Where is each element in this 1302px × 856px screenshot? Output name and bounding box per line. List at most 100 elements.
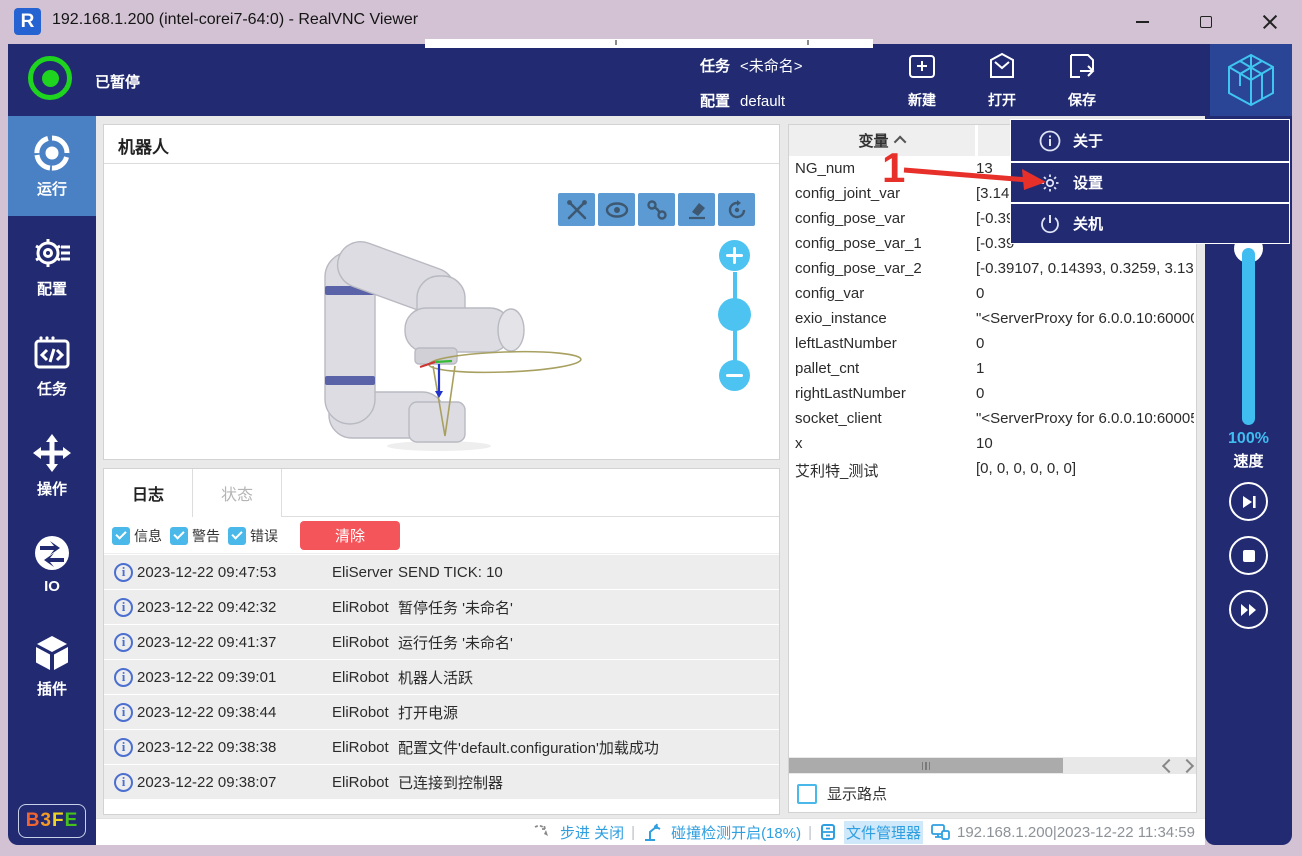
log-time: 2023-12-22 09:42:32 [137,599,276,616]
eraser-button[interactable] [678,193,715,226]
filter-warning-label: 警告 [192,526,220,546]
info-icon [114,773,133,792]
variable-name: pallet_cnt [795,360,859,377]
log-row[interactable]: 2023-12-22 09:41:37EliRobot运行任务 '未命名' [104,625,779,659]
minimize-button[interactable] [1110,0,1174,44]
stop-icon [1242,549,1256,563]
variable-name: leftLastNumber [795,335,897,352]
b3fe-logo: B3FE [18,804,86,838]
sidebar-item-run[interactable]: 运行 [8,116,96,216]
log-row[interactable]: 2023-12-22 09:42:32EliRobot暂停任务 '未命名' [104,590,779,624]
visibility-button[interactable] [598,193,635,226]
log-message: 打开电源 [398,702,458,723]
open-task-button[interactable]: 打开 [968,50,1036,110]
variable-row[interactable]: config_pose_var_2[-0.39107, 0.14393, 0.3… [789,257,1196,282]
variable-row[interactable]: config_var 0 [789,282,1196,307]
log-message: 运行任务 '未命名' [398,632,513,653]
variable-row[interactable]: 艾利特_测试[0, 0, 0, 0, 0, 0] [789,457,1196,482]
variable-name: config_var [795,285,864,302]
sidebar-item-operate-label: 操作 [8,478,96,499]
info-icon [114,668,133,687]
scroll-left-icon[interactable] [1162,758,1176,772]
variable-name: rightLastNumber [795,385,906,402]
variable-value: 0 [976,385,1194,402]
save-task-label: 保存 [1068,90,1096,110]
vnc-toolbar-strip[interactable] [425,39,873,48]
sidebar-item-operate[interactable]: 操作 [8,416,96,516]
menu-item-settings[interactable]: 设置 [1011,161,1289,202]
show-waypoints-checkbox[interactable] [797,784,817,804]
variable-row[interactable]: pallet_cnt1 [789,357,1196,382]
reset-view-button[interactable] [718,193,755,226]
zoom-in-button[interactable] [719,240,750,271]
step-mode-icon [533,823,553,841]
tools-button[interactable] [558,193,595,226]
menu-item-about-label: 关于 [1073,130,1103,151]
log-panel: 日志 状态 信息 警告 错误 清除 2023-12-22 09:47:53Eli… [103,468,780,815]
sidebar-item-plugin[interactable]: 插件 [8,616,96,716]
strip-tick [807,40,809,45]
step-mode-status[interactable]: 步进 关闭 [560,822,624,843]
log-time: 2023-12-22 09:38:44 [137,704,276,721]
variable-row[interactable]: exio_instance"<ServerProxy for 6.0.0.10:… [789,307,1196,332]
clear-log-button[interactable]: 清除 [300,521,400,550]
zoom-out-button[interactable] [719,360,750,391]
task-value: <未命名> [740,58,803,75]
sidebar-item-io-label: IO [8,578,96,595]
robot-3d-viewport[interactable] [249,240,709,455]
log-row[interactable]: 2023-12-22 09:39:01EliRobot机器人活跃 [104,660,779,694]
scrollbar-thumb[interactable] [789,758,1063,773]
file-manager-link[interactable]: 文件管理器 [844,821,923,844]
new-task-button[interactable]: 新建 [888,50,956,110]
collision-detect-status[interactable]: 碰撞检测开启(18%) [671,822,801,843]
filter-info-checkbox[interactable] [112,527,130,545]
scroll-right-icon[interactable] [1180,758,1194,772]
new-task-label: 新建 [908,90,936,110]
brand-menu-button[interactable] [1210,44,1292,116]
tab-status[interactable]: 状态 [193,469,282,517]
maximize-button[interactable] [1174,0,1238,44]
speed-slider-track[interactable] [1242,248,1255,425]
variable-row[interactable]: leftLastNumber0 [789,332,1196,357]
divider: | [808,824,812,841]
variable-row[interactable]: socket_client"<ServerProxy for 6.0.0.10:… [789,407,1196,432]
path-nodes-button[interactable] [638,193,675,226]
robot-panel: 机器人 [103,124,780,460]
info-circle-icon [1039,130,1061,152]
tab-log[interactable]: 日志 [104,469,193,517]
log-source: EliRobot [332,774,389,791]
menu-item-shutdown[interactable]: 关机 [1011,202,1289,243]
new-file-icon [906,50,938,82]
save-task-button[interactable]: 保存 [1048,50,1116,110]
info-icon [114,598,133,617]
robot-status-indicator[interactable] [28,56,72,100]
variable-value: 0 [976,285,1194,302]
menu-item-about[interactable]: 关于 [1011,120,1289,161]
screen: R 192.168.1.200 (intel-corei7-64:0) - Re… [0,0,1302,856]
power-icon [1039,213,1061,235]
show-waypoints-row: 显示路点 [797,783,887,804]
log-row[interactable]: 2023-12-22 09:47:53EliServerSEND TICK: 1… [104,555,779,589]
stop-button[interactable] [1229,536,1268,575]
log-message: 暂停任务 '未命名' [398,597,513,618]
window-title: 192.168.1.200 (intel-corei7-64:0) - Real… [52,11,418,29]
log-row[interactable]: 2023-12-22 09:38:07EliRobot已连接到控制器 [104,765,779,799]
filter-error-checkbox[interactable] [228,527,246,545]
variables-header-toggle[interactable]: 变量 [789,125,975,156]
log-row[interactable]: 2023-12-22 09:38:44EliRobot打开电源 [104,695,779,729]
zoom-slider-thumb[interactable] [718,298,751,331]
sidebar-item-task[interactable]: 任务 [8,316,96,416]
variable-row[interactable]: x10 [789,432,1196,457]
close-button[interactable] [1238,0,1302,44]
log-entries: 2023-12-22 09:47:53EliServerSEND TICK: 1… [104,555,779,800]
horizontal-scrollbar[interactable] [789,757,1196,774]
step-play-button[interactable] [1229,482,1268,521]
filter-warning-checkbox[interactable] [170,527,188,545]
fast-forward-button[interactable] [1229,590,1268,629]
log-time: 2023-12-22 09:38:07 [137,774,276,791]
menu-item-settings-label: 设置 [1073,172,1103,193]
log-row[interactable]: 2023-12-22 09:38:38EliRobot配置文件'default.… [104,730,779,764]
variable-row[interactable]: rightLastNumber 0 [789,382,1196,407]
sidebar-item-io[interactable]: IO [8,516,96,616]
sidebar-item-config[interactable]: 配置 [8,216,96,316]
